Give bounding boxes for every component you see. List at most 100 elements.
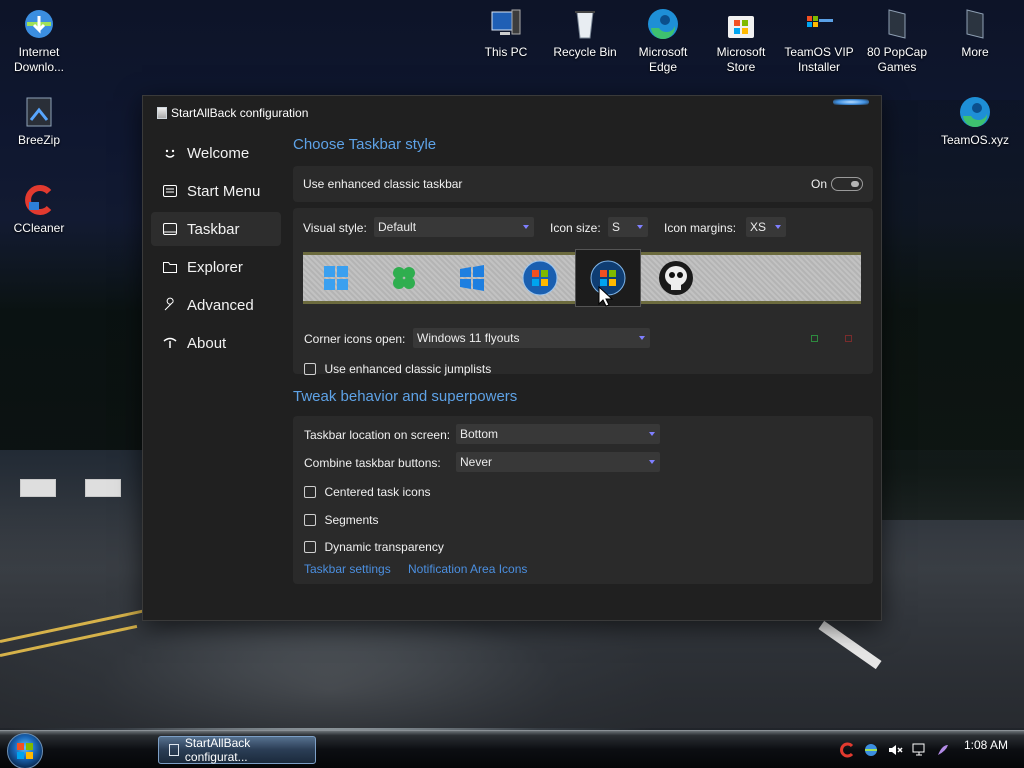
nav-item-explorer[interactable]: Explorer xyxy=(151,250,281,284)
startallback-config-window: StartAllBack configuration Welcome Start… xyxy=(142,95,882,621)
app-icon xyxy=(169,744,179,756)
store-icon xyxy=(728,16,754,38)
icon-margins-value: XS xyxy=(750,220,767,234)
centered-icons-label: Centered task icons xyxy=(324,485,431,499)
desktop-icon-teamos-installer[interactable]: TeamOS VIP Installer xyxy=(780,6,858,75)
corner-indicator-green-icon xyxy=(811,335,818,342)
toggle-state-label: On xyxy=(810,177,827,191)
nav-label: Advanced xyxy=(187,296,254,314)
desktop-icon-teamos-xyz[interactable]: TeamOS.xyz xyxy=(936,94,1014,148)
windows-11-logo-icon xyxy=(324,266,348,290)
icon-margins-label: Icon margins: xyxy=(664,221,737,235)
idm-tray-icon[interactable] xyxy=(862,741,880,759)
nav-item-advanced[interactable]: Advanced xyxy=(151,288,281,322)
corner-indicator-red-icon xyxy=(845,335,852,342)
nav-label: Welcome xyxy=(187,144,250,162)
desktop-icon-internet-download-manager[interactable]: Internet Downlo... xyxy=(0,6,78,75)
taskbar-button-label: StartAllBack configurat... xyxy=(184,736,251,764)
desktop-icon-ccleaner[interactable]: CCleaner xyxy=(0,182,78,236)
taskbar-location-select[interactable]: Bottom xyxy=(456,424,660,444)
taskbar: StartAllBack configurat... 1:08 AM xyxy=(0,730,1024,768)
enhanced-jumplists-checkbox[interactable] xyxy=(304,363,316,375)
taskbar-button-startallback[interactable]: StartAllBack configurat... xyxy=(158,736,316,764)
chevron-down-icon xyxy=(639,336,645,340)
dynamic-transparency-row[interactable]: Dynamic transparency xyxy=(304,538,444,556)
taskbar-style-picker xyxy=(303,249,861,307)
desktop-icon-recycle-bin[interactable]: Recycle Bin xyxy=(546,6,624,60)
windows-7-orb-icon xyxy=(522,260,558,296)
folder-icon xyxy=(161,258,179,276)
combine-buttons-label: Combine taskbar buttons: xyxy=(304,456,441,470)
chevron-down-icon xyxy=(523,225,529,229)
style-option-clover[interactable] xyxy=(371,255,437,301)
icon-margins-select[interactable]: XS xyxy=(746,217,786,237)
visual-style-select[interactable]: Default xyxy=(374,217,534,237)
network-icon[interactable] xyxy=(910,741,928,759)
wrench-icon xyxy=(161,296,179,314)
toggle-knob xyxy=(851,181,859,187)
style-option-windows-7[interactable] xyxy=(507,255,573,301)
behavior-card: Taskbar location on screen: Bottom Combi… xyxy=(293,416,873,584)
icon-size-label: Icon size: xyxy=(550,221,601,235)
internet-download-manager-icon xyxy=(25,10,53,38)
dynamic-transparency-checkbox[interactable] xyxy=(304,541,316,553)
corner-icons-label: Corner icons open: xyxy=(304,332,406,346)
style-option-windows-11[interactable] xyxy=(303,255,369,301)
desktop-icon-this-pc[interactable]: This PC xyxy=(467,6,545,60)
desktop-icon-microsoft-edge[interactable]: Microsoft Edge xyxy=(624,6,702,75)
style-option-windows-10[interactable] xyxy=(439,255,505,301)
windows-logo-icon xyxy=(17,743,33,759)
nav-item-about[interactable]: About xyxy=(151,326,281,360)
sidebar-nav: Welcome Start Menu Taskbar Explorer Adva… xyxy=(151,136,281,364)
visual-style-label: Visual style: xyxy=(303,221,367,235)
clock[interactable]: 1:08 AM xyxy=(964,738,1008,752)
segments-checkbox[interactable] xyxy=(304,514,316,526)
taskbar-settings-link[interactable]: Taskbar settings xyxy=(304,562,391,576)
mouse-cursor-icon xyxy=(598,286,614,307)
corner-icons-value: Windows 11 flyouts xyxy=(417,331,520,345)
section-heading-taskbar-style: Choose Taskbar style xyxy=(293,136,437,153)
segments-row[interactable]: Segments xyxy=(304,511,378,529)
desktop-icon-popcap-games[interactable]: 80 PopCap Games xyxy=(858,6,936,75)
ccleaner-icon xyxy=(25,185,52,215)
nav-item-start-menu[interactable]: Start Menu xyxy=(151,174,281,208)
forest-background-right xyxy=(874,100,1024,520)
teamos-installer-icon xyxy=(807,16,833,27)
volume-muted-icon[interactable] xyxy=(886,741,904,759)
window-glow-indicator xyxy=(833,99,869,105)
enhanced-jumplists-row[interactable]: Use enhanced classic jumplists xyxy=(304,360,491,378)
nav-item-taskbar[interactable]: Taskbar xyxy=(151,212,281,246)
edge-icon xyxy=(960,97,990,128)
chevron-down-icon xyxy=(775,225,781,229)
enhanced-taskbar-toggle[interactable] xyxy=(831,177,863,191)
title-bar[interactable]: StartAllBack configuration xyxy=(143,96,881,130)
skull-logo-icon xyxy=(659,261,693,295)
visual-style-value: Default xyxy=(378,220,417,234)
nav-label: Explorer xyxy=(187,258,243,276)
popcap-games-icon xyxy=(888,9,906,39)
style-option-skull[interactable] xyxy=(643,255,709,301)
breezip-icon xyxy=(26,97,52,127)
recycle-bin-icon xyxy=(575,11,595,39)
window-title: StartAllBack configuration xyxy=(171,106,309,120)
ccleaner-tray-icon[interactable] xyxy=(838,741,856,759)
style-option-windows-vista[interactable] xyxy=(575,249,641,307)
nav-item-welcome[interactable]: Welcome xyxy=(151,136,281,170)
desktop-icon-more[interactable]: More xyxy=(936,6,1014,60)
notification-area-icons-link[interactable]: Notification Area Icons xyxy=(408,562,527,576)
pen-tray-icon[interactable] xyxy=(934,741,952,759)
chevron-down-icon xyxy=(637,225,643,229)
icon-size-select[interactable]: S xyxy=(608,217,648,237)
combine-buttons-select[interactable]: Never xyxy=(456,452,660,472)
taskbar-location-label: Taskbar location on screen: xyxy=(304,428,451,442)
section-heading-tweak: Tweak behavior and superpowers xyxy=(293,388,518,405)
desktop-icon-breezip[interactable]: BreeZip xyxy=(0,94,78,148)
about-icon xyxy=(161,334,179,352)
start-button[interactable] xyxy=(7,733,43,768)
enhanced-jumplists-label: Use enhanced classic jumplists xyxy=(324,362,492,376)
desktop-icon-microsoft-store[interactable]: Microsoft Store xyxy=(702,6,780,75)
enhanced-taskbar-card: Use enhanced classic taskbar On xyxy=(293,166,873,202)
corner-icons-select[interactable]: Windows 11 flyouts xyxy=(413,328,650,348)
centered-icons-checkbox[interactable] xyxy=(304,486,316,498)
centered-icons-row[interactable]: Centered task icons xyxy=(304,483,431,501)
